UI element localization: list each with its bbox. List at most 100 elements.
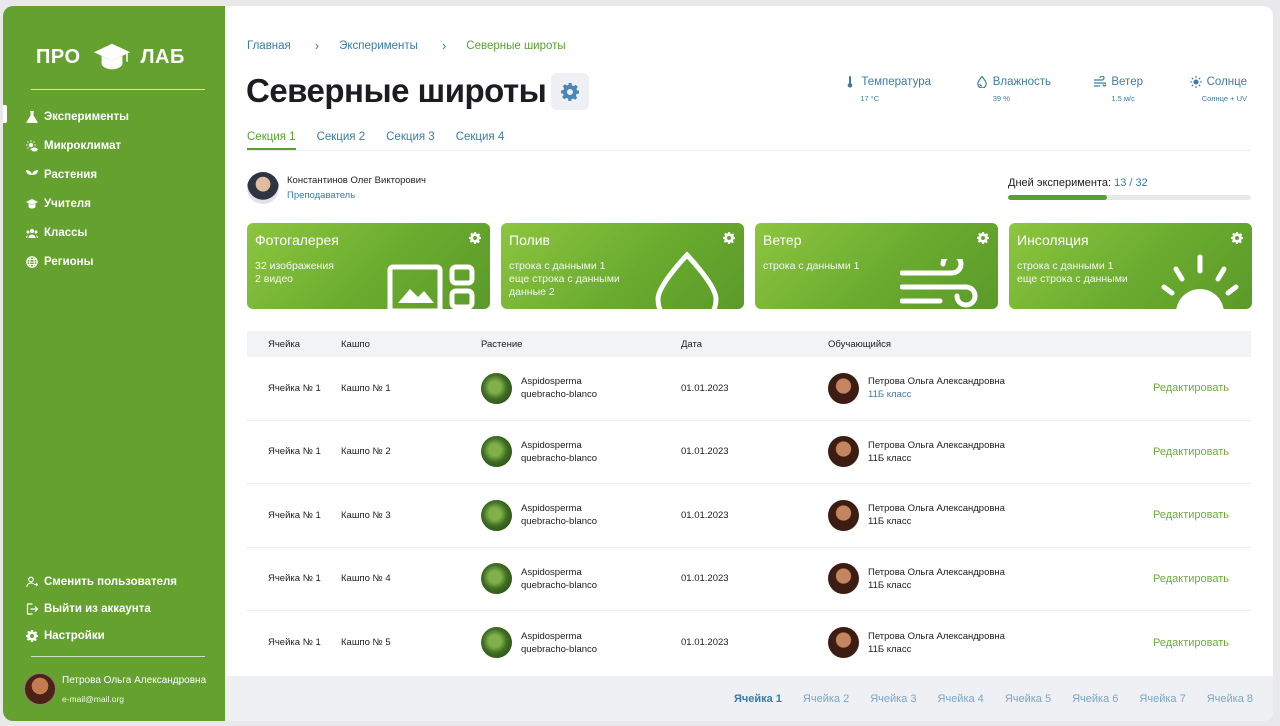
card-lines: строка с данными 1 еще строка с данными …: [509, 260, 620, 299]
weather-sun[interactable]: Солнце Солнце + UV: [1189, 76, 1247, 103]
pager-item[interactable]: Ячейка 8: [1207, 693, 1253, 705]
card-gallery[interactable]: Фотогалерея 32 изображения 2 видео: [247, 223, 490, 309]
weather-humidity[interactable]: Влажность 39 %: [976, 76, 1051, 103]
cell-pager: Ячейка 1 Ячейка 2 Ячейка 3 Ячейка 4 Ячей…: [225, 676, 1273, 721]
table-row[interactable]: Ячейка № 1 Кашпо № 2 Aspidosperma quebrac…: [247, 421, 1251, 484]
cell-name: Ячейка № 1: [268, 573, 321, 585]
pager-item[interactable]: Ячейка 2: [803, 693, 849, 705]
student-name: Петрова Ольга Александровна: [868, 376, 1005, 388]
card-wind[interactable]: Ветер строка с данными 1: [755, 223, 998, 309]
pager-item[interactable]: Ячейка 6: [1072, 693, 1118, 705]
plant-image: [481, 627, 512, 659]
switch-user-label: Сменить пользователя: [44, 575, 177, 588]
teacher-role[interactable]: Преподаватель: [287, 190, 426, 201]
cell-name: Ячейка № 1: [268, 509, 321, 521]
wind-icon: [1094, 76, 1107, 87]
pager-item[interactable]: Ячейка 7: [1139, 693, 1185, 705]
pager-item[interactable]: Ячейка 1: [734, 693, 782, 705]
card-settings-icon[interactable]: [1231, 231, 1243, 244]
sidebar-item-microclimate[interactable]: Микроклимат: [25, 131, 215, 160]
edit-link[interactable]: Редактировать: [1088, 382, 1251, 394]
wind-icon: [900, 259, 978, 308]
logo-text-right: ЛАБ: [140, 45, 185, 68]
card-line: строка с данными 1: [1017, 260, 1114, 272]
table-row[interactable]: Ячейка № 1 Кашпо № 5 Aspidosperma quebrac…: [247, 611, 1251, 675]
tab-section-2[interactable]: Секция 2: [317, 131, 366, 150]
weather-value: 1.5 м/с: [1111, 94, 1135, 103]
table-row[interactable]: Ячейка № 1 Кашпо № 3 Aspidosperma quebrac…: [247, 484, 1251, 548]
student-avatar: [828, 372, 859, 404]
droplet-icon: [976, 76, 987, 88]
student-class: 11Б класс: [868, 452, 912, 464]
card-settings-icon[interactable]: [977, 231, 989, 244]
edit-link[interactable]: Редактировать: [1088, 446, 1251, 458]
pot-name: Кашпо № 3: [341, 509, 391, 521]
student-name: Петрова Ольга Александровна: [868, 439, 1005, 451]
column-header-cell[interactable]: Ячейка: [247, 339, 341, 350]
globe-icon: [25, 255, 38, 268]
plant-name: Aspidosperma: [521, 439, 582, 451]
edit-link[interactable]: Редактировать: [1088, 509, 1251, 521]
settings-button[interactable]: Настройки: [25, 622, 215, 649]
tab-section-3[interactable]: Секция 3: [386, 131, 435, 150]
breadcrumb-experiments[interactable]: Эксперименты: [339, 40, 418, 52]
card-line: строка с данными 1: [509, 260, 606, 272]
weather-value: Солнце + UV: [1201, 94, 1247, 103]
sun-icon: [1161, 254, 1239, 309]
teacher-avatar: [247, 172, 279, 204]
logout-button[interactable]: Выйти из аккаунта: [25, 595, 215, 622]
card-insolation[interactable]: Инсоляция строка с данными 1 еще строка …: [1009, 223, 1252, 309]
card-settings-icon[interactable]: [723, 231, 735, 244]
teacher-name: Константинов Олег Викторович: [287, 175, 426, 186]
card-line: 32 изображения: [255, 260, 334, 272]
sidebar-item-teachers[interactable]: Учителя: [25, 189, 215, 218]
pot-name: Кашпо № 2: [341, 446, 391, 458]
edit-link[interactable]: Редактировать: [1088, 573, 1251, 585]
active-indicator: [3, 105, 7, 123]
pager-item[interactable]: Ячейка 3: [870, 693, 916, 705]
logo[interactable]: ПРО ЛАБ: [36, 39, 196, 75]
column-header-student[interactable]: Обучающийся: [828, 339, 1088, 350]
chevron-right-icon: ›: [441, 38, 447, 53]
sidebar-item-plants[interactable]: Растения: [25, 160, 215, 189]
card-line: данные 2: [509, 286, 555, 298]
current-user[interactable]: Петрова Ольга Александровна e-mail@mail.…: [24, 671, 219, 707]
tab-section-4[interactable]: Секция 4: [456, 131, 505, 150]
days-caption: Дней эксперимента:: [1008, 177, 1112, 189]
logo-text-left: ПРО: [36, 45, 81, 68]
column-header-pot[interactable]: Кашпо: [341, 339, 481, 350]
cell-name: Ячейка № 1: [268, 382, 321, 394]
experiment-days: Дней эксперимента: 13 / 32: [1008, 177, 1251, 200]
sidebar-divider: [31, 89, 205, 90]
sidebar-item-regions[interactable]: Регионы: [25, 247, 215, 276]
table-row[interactable]: Ячейка № 1 Кашпо № 1 Aspidosperma quebrac…: [247, 357, 1251, 421]
table-row[interactable]: Ячейка № 1 Кашпо № 4 Aspidosperma quebrac…: [247, 548, 1251, 611]
experiment-settings-button[interactable]: [551, 73, 589, 110]
breadcrumb-home[interactable]: Главная: [247, 40, 291, 52]
tab-section-1[interactable]: Секция 1: [247, 131, 296, 150]
avatar: [24, 673, 56, 705]
card-title: Инсоляция: [1017, 232, 1089, 248]
sidebar-item-label: Эксперименты: [44, 110, 129, 123]
date: 01.01.2023: [681, 573, 729, 585]
weather-wind[interactable]: Ветер 1.5 м/с: [1094, 76, 1143, 103]
card-watering[interactable]: Полив строка с данными 1 еще строка с да…: [501, 223, 744, 309]
switch-user-button[interactable]: Сменить пользователя: [25, 568, 215, 595]
weather-value: 17 °C: [860, 94, 880, 103]
student-avatar: [828, 436, 859, 468]
card-settings-icon[interactable]: [469, 231, 481, 244]
thermometer-icon: [848, 76, 853, 88]
student-class[interactable]: 11Б класс: [868, 388, 1005, 401]
student-avatar: [828, 499, 859, 531]
sun-cloud-icon: [25, 139, 38, 152]
edit-link[interactable]: Редактировать: [1088, 637, 1251, 649]
column-header-date[interactable]: Дата: [681, 339, 828, 350]
date: 01.01.2023: [681, 509, 729, 521]
weather-temperature[interactable]: Температура 17 °C: [844, 76, 931, 103]
app-window: ПРО ЛАБ Эксперименты Микроклимат Растени…: [3, 6, 1273, 721]
pager-item[interactable]: Ячейка 4: [938, 693, 984, 705]
column-header-plant[interactable]: Растение: [481, 339, 681, 350]
pager-item[interactable]: Ячейка 5: [1005, 693, 1051, 705]
sidebar-item-experiments[interactable]: Эксперименты: [25, 102, 215, 131]
sidebar-item-classes[interactable]: Классы: [25, 218, 215, 247]
